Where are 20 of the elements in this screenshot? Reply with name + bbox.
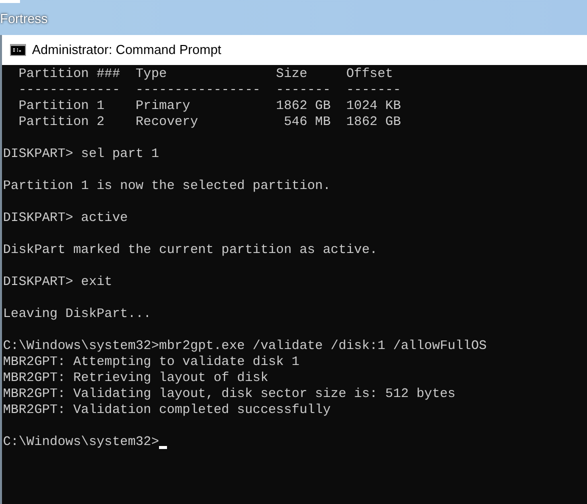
console-line: MBR2GPT: Validation completed successfully [3, 402, 331, 418]
command-prompt-icon [10, 44, 26, 56]
console-line: DISKPART> active [3, 210, 128, 226]
window-title: Administrator: Command Prompt [32, 41, 222, 60]
console-line: DISKPART> sel part 1 [3, 146, 160, 162]
console-line: Leaving DiskPart... [3, 306, 152, 322]
console-line: DiskPart marked the current partition as active. [3, 242, 378, 258]
cursor-icon [159, 446, 168, 449]
console-line: ------------- ---------------- ------- ------- [18, 82, 401, 98]
console-line: C:\Windows\system32>mbr2gpt.exe /validate /disk:1 /allowFullOS [3, 338, 487, 354]
console-line: MBR2GPT: Attempting to validate disk 1 [3, 354, 300, 370]
desktop-icon-label[interactable]: Fortress [0, 11, 48, 27]
console-line: Partition ### Type Size Offset [18, 66, 394, 82]
console-line: DISKPART> exit [3, 274, 112, 290]
console-line: MBR2GPT: Retrieving layout of disk [3, 370, 268, 386]
console-line: Partition 1 Primary 1862 GB 1024 KB [18, 98, 401, 114]
console-line: Partition 2 Recovery 546 MB 1862 GB [18, 114, 401, 130]
command-prompt: C:\Windows\system32> [3, 434, 160, 450]
console-line: Partition 1 is now the selected partition. [3, 178, 331, 194]
console-line: MBR2GPT: Validating layout, disk sector size is: 512 bytes [3, 386, 456, 402]
